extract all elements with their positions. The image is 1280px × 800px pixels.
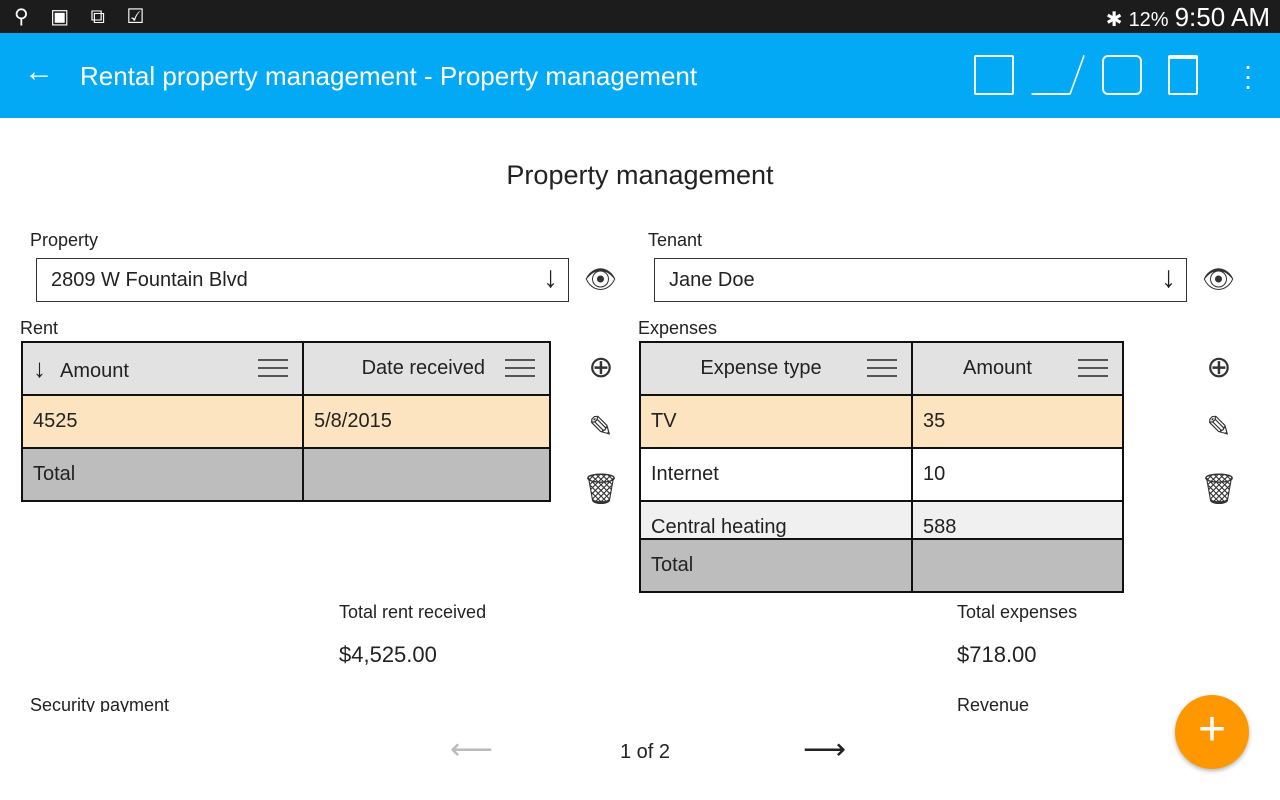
table-view-icon[interactable]	[974, 55, 1014, 95]
tenant-label: Tenant	[648, 230, 703, 250]
table-row[interactable]: Internet 10	[639, 447, 1124, 502]
sort-down-icon: ↓	[33, 353, 46, 383]
next-page-arrow-icon[interactable]: ⟶	[803, 732, 846, 767]
edit-rent-icon[interactable]: ✎	[581, 410, 621, 445]
column-header-amount[interactable]: Amount	[911, 341, 1124, 396]
dropdown-arrow-icon: ↓	[1161, 261, 1176, 294]
column-menu-icon[interactable]	[505, 359, 535, 377]
column-header-date[interactable]: Date received	[302, 341, 551, 396]
add-fab-button[interactable]: +	[1175, 695, 1249, 769]
page-indicator: 1 of 2	[620, 741, 671, 763]
expenses-table-scroll[interactable]: Expense type Amount TV 35 Internet 10 Cent…	[639, 341, 1124, 539]
property-label: Property	[30, 230, 99, 250]
property-value: 2809 W Fountain Blvd	[51, 269, 248, 291]
total-row: Total	[21, 447, 551, 502]
battery-level: 12%	[1128, 9, 1169, 31]
column-menu-icon[interactable]	[1078, 359, 1108, 377]
expenses-label: Expenses	[638, 318, 718, 338]
status-bar: ⚲ ▣ ⧉ ☑ ✱ 12% 9:50 AM	[0, 0, 1280, 33]
notification-icons: ⚲ ▣ ⧉ ☑	[14, 6, 153, 28]
app-bar: ← Rental property management - Property …	[0, 33, 1280, 118]
page-title: Property management	[506, 160, 774, 190]
back-button[interactable]: ←	[24, 55, 54, 89]
delete-icon[interactable]	[1168, 55, 1198, 95]
property-select[interactable]: 2809 W Fountain Blvd ↓	[36, 258, 569, 302]
total-rent-value: $4,525.00	[339, 642, 437, 667]
column-menu-icon[interactable]	[867, 359, 897, 377]
rent-table: ↓ Amount Date received 4525 5/8/2015 Total	[21, 341, 551, 502]
revenue-label: Revenue	[957, 695, 1030, 712]
table-row[interactable]: TV 35	[639, 394, 1124, 449]
view-tenant-eye-icon[interactable]: 👁	[1202, 264, 1235, 295]
rent-label: Rent	[20, 318, 59, 338]
app-title: Rental property management - Property ma…	[80, 61, 698, 91]
table-row[interactable]: 4525 5/8/2015	[21, 394, 551, 449]
expenses-table: Expense type Amount TV 35 Internet 10 Cent…	[639, 341, 1124, 539]
more-options-icon[interactable]: · · ·	[1240, 52, 1256, 100]
bluetooth-icon: ✱	[1105, 9, 1123, 31]
expenses-total: Total	[639, 538, 1124, 593]
ruler-icon[interactable]	[1030, 55, 1086, 95]
add-rent-icon[interactable]: ⊕	[581, 350, 621, 385]
table-row[interactable]: Central heating 588	[639, 500, 1124, 539]
security-payment-label: Security payment	[30, 695, 170, 712]
total-rent-label: Total rent received	[339, 602, 487, 622]
tenant-value: Jane Doe	[669, 269, 755, 291]
delete-expense-icon[interactable]: 🗑	[1199, 472, 1239, 507]
view-property-eye-icon[interactable]: 👁	[584, 264, 617, 295]
tenant-select[interactable]: Jane Doe ↓	[654, 258, 1187, 302]
clock: 9:50 AM	[1174, 2, 1270, 32]
edit-expense-icon[interactable]: ✎	[1199, 410, 1239, 445]
delete-rent-icon[interactable]: 🗑	[581, 472, 621, 507]
total-expenses-value: $718.00	[957, 642, 1037, 667]
total-expenses-label: Total expenses	[957, 602, 1078, 622]
column-menu-icon[interactable]	[258, 359, 288, 377]
copy-record-icon[interactable]	[1102, 55, 1142, 95]
column-header-amount[interactable]: ↓ Amount	[21, 341, 304, 396]
column-header-expense-type[interactable]: Expense type	[639, 341, 913, 396]
dropdown-arrow-icon: ↓	[543, 261, 558, 294]
previous-page-arrow-icon[interactable]: ⟵	[450, 732, 493, 767]
add-expense-icon[interactable]: ⊕	[1199, 350, 1239, 385]
